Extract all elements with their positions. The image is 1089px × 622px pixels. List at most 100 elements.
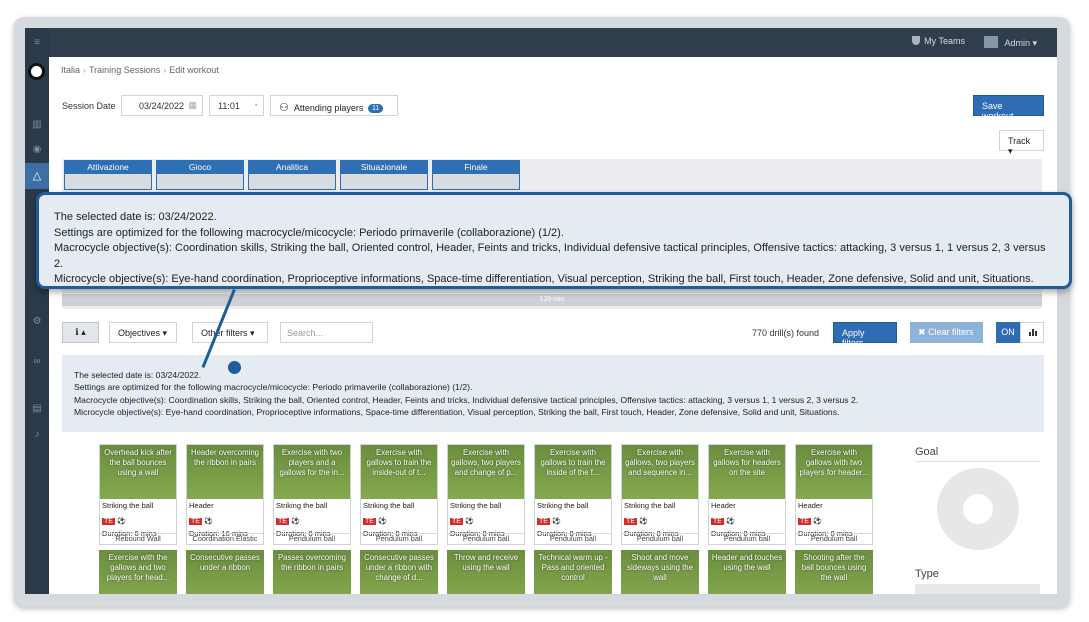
drill-card[interactable]: Exercise with gallows, two players and s… bbox=[621, 444, 699, 545]
my-teams-link[interactable]: My Teams bbox=[912, 36, 965, 46]
drill-card[interactable]: Throw and receive using the wall bbox=[447, 550, 525, 594]
drill-card[interactable]: Shoot and move sideways using the wall bbox=[621, 550, 699, 594]
drill-te-badge: TE bbox=[450, 518, 463, 525]
callout-pointer-dot bbox=[228, 361, 241, 374]
clipboard-icon[interactable]: ▤ bbox=[25, 400, 49, 418]
session-time-input[interactable]: 11:01 ◔ bbox=[209, 95, 264, 116]
stats-icon[interactable]: ▥ bbox=[25, 116, 49, 134]
drill-image: Exercise with gallows with two players f… bbox=[796, 445, 872, 499]
ball-icon: ⚽ bbox=[725, 518, 735, 525]
drill-category: Striking the ball bbox=[102, 501, 154, 510]
info-toggle-button[interactable]: ℹ ▴ bbox=[62, 322, 99, 343]
settings-icon[interactable]: ⚙ bbox=[25, 313, 49, 331]
phase-finale[interactable]: Finale bbox=[432, 160, 520, 190]
bell-icon[interactable]: ♪ bbox=[25, 426, 49, 444]
objectives-dropdown[interactable]: Objectives ▾ bbox=[109, 322, 177, 343]
drill-image: Exercise with two players and a gallows … bbox=[274, 445, 350, 499]
team-icon[interactable]: ◉ bbox=[25, 141, 49, 159]
drill-image: Exercise with gallows for headers on the… bbox=[709, 445, 785, 499]
menu-icon[interactable]: ≡ bbox=[25, 34, 49, 52]
drill-category: Striking the ball bbox=[624, 501, 676, 510]
drill-image: Exercise with gallows to train the insid… bbox=[361, 445, 437, 499]
drill-image: Passes overcoming the ribbon in pairs bbox=[273, 550, 351, 594]
phase-analitica[interactable]: Analitica bbox=[248, 160, 336, 190]
info-settings: Settings are optimized for the following… bbox=[74, 382, 473, 393]
drill-category: Header bbox=[798, 501, 823, 510]
ball-icon: ⚽ bbox=[812, 518, 822, 525]
objectives-info-box: The selected date is: 03/24/2022. Settin… bbox=[62, 355, 1044, 432]
goal-title: Goal bbox=[915, 446, 939, 458]
drill-equipment-type: Coordination Elastic bbox=[187, 533, 263, 544]
drill-card[interactable]: Exercise with gallows with two players f… bbox=[795, 444, 873, 545]
drill-image: Consecutive passes under a ribbon with c… bbox=[360, 550, 438, 594]
callout-selected-date: The selected date is: 03/24/2022. bbox=[54, 211, 217, 223]
info-selected-date: The selected date is: 03/24/2022. bbox=[74, 370, 202, 380]
search-input[interactable]: Search... bbox=[280, 322, 373, 343]
other-filters-dropdown[interactable]: Other filters ▾ bbox=[192, 322, 268, 343]
drill-card[interactable]: Header overcoming the ribbon in pairs Hea… bbox=[186, 444, 264, 545]
goal-donut-chart bbox=[937, 468, 1019, 550]
drill-card[interactable]: Exercise with gallows to train the insid… bbox=[360, 444, 438, 545]
phase-gioco[interactable]: Gioco bbox=[156, 160, 244, 190]
phase-label: Situazionale bbox=[341, 161, 427, 174]
training-icon[interactable]: △ bbox=[25, 163, 49, 189]
ball-icon: ⚽ bbox=[290, 518, 300, 525]
apply-filters-button[interactable]: Apply filters bbox=[833, 322, 897, 348]
admin-menu[interactable]: Admin ▾ bbox=[984, 36, 1037, 49]
callout-settings: Settings are optimized for the following… bbox=[54, 226, 564, 239]
drill-category: Striking the ball bbox=[450, 501, 502, 510]
ball-icon: ⚽ bbox=[638, 518, 648, 525]
logo-icon[interactable] bbox=[28, 63, 45, 80]
session-date-input[interactable]: 03/24/2022 ▦ bbox=[121, 95, 203, 116]
breadcrumb-training-sessions[interactable]: Training Sessions bbox=[89, 65, 160, 75]
phase-attivazione[interactable]: Attivazione bbox=[64, 160, 152, 190]
breadcrumb: Italia › Training Sessions › Edit workout bbox=[61, 65, 219, 75]
top-bar: My Teams Admin ▾ bbox=[49, 28, 1057, 57]
drill-card[interactable]: Exercise with two players and a gallows … bbox=[273, 444, 351, 545]
drill-card[interactable]: Consecutive passes under a ribbon with c… bbox=[360, 550, 438, 594]
my-teams-label: My Teams bbox=[924, 36, 965, 46]
ball-icon: ⚽ bbox=[551, 518, 561, 525]
other-filters-label: Other filters bbox=[201, 328, 248, 338]
breadcrumb-team[interactable]: Italia bbox=[61, 65, 80, 75]
shield-icon bbox=[912, 36, 921, 45]
attending-players-button[interactable]: ⚇ Attending players 11 bbox=[270, 95, 398, 116]
sidebar: ≡ ▥ ◉ △ ⚙ ∞ ▤ ♪ bbox=[25, 28, 49, 594]
drill-card[interactable]: Technical warm up - Pass and oriented co… bbox=[534, 550, 612, 594]
drill-te-badge: TE bbox=[537, 518, 550, 525]
drill-card[interactable]: Exercise with gallows, two players and c… bbox=[447, 444, 525, 545]
drill-card[interactable]: Shooting after the ball bounces using th… bbox=[795, 550, 873, 594]
binoculars-icon[interactable]: ∞ bbox=[25, 353, 49, 371]
drill-image: Header and touches using the wall bbox=[708, 550, 786, 594]
drill-card[interactable]: Exercise with gallows to train the insid… bbox=[534, 444, 612, 545]
clear-filters-button[interactable]: ✖ Clear filters bbox=[910, 322, 983, 343]
chart-toggle-button[interactable] bbox=[1020, 322, 1044, 343]
drill-card[interactable]: Exercise with gallows for headers on the… bbox=[708, 444, 786, 545]
admin-label: Admin ▾ bbox=[1004, 38, 1037, 48]
track-dropdown[interactable]: Track ▾ bbox=[999, 130, 1044, 156]
drill-te-badge: TE bbox=[276, 518, 289, 525]
on-toggle-button[interactable]: ON bbox=[996, 322, 1020, 343]
drill-te-badge: TE bbox=[363, 518, 376, 525]
drill-card[interactable]: Header and touches using the wall bbox=[708, 550, 786, 594]
ball-icon: ⚽ bbox=[116, 518, 126, 525]
drill-category: Striking the ball bbox=[363, 501, 415, 510]
drill-card[interactable]: Passes overcoming the ribbon in pairs bbox=[273, 550, 351, 594]
divider bbox=[915, 461, 1040, 462]
drill-card[interactable]: Overhead kick after the ball bounces usi… bbox=[99, 444, 177, 545]
drill-image: Shoot and move sideways using the wall bbox=[621, 550, 699, 594]
drill-card[interactable]: Consecutive passes under a ribbon bbox=[186, 550, 264, 594]
drill-image: Technical warm up - Pass and oriented co… bbox=[534, 550, 612, 594]
drill-image: Throw and receive using the wall bbox=[447, 550, 525, 594]
drill-image: Header overcoming the ribbon in pairs bbox=[187, 445, 263, 499]
session-time-value: 11:01 bbox=[218, 101, 240, 111]
phase-label: Gioco bbox=[157, 161, 243, 174]
objectives-label: Objectives bbox=[118, 328, 161, 338]
drill-te-badge: TE bbox=[189, 518, 202, 525]
phase-situazionale[interactable]: Situazionale bbox=[340, 160, 428, 190]
drill-equipment-type: Pendulum ball bbox=[274, 533, 350, 544]
drill-card[interactable]: Exercise with the gallows and two player… bbox=[99, 550, 177, 594]
drill-image: Exercise with gallows to train the insid… bbox=[535, 445, 611, 499]
drill-image: Exercise with gallows, two players and s… bbox=[622, 445, 698, 499]
save-workout-button[interactable]: Save workout bbox=[973, 95, 1044, 121]
